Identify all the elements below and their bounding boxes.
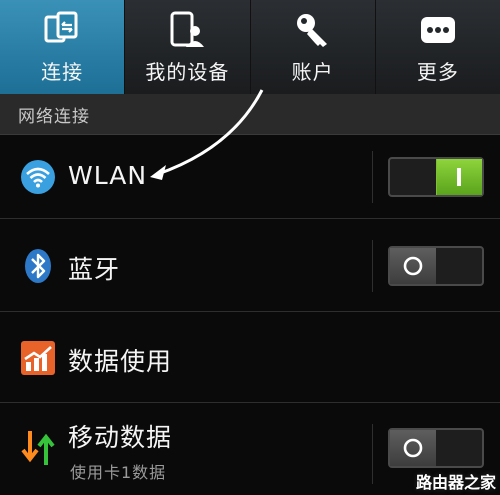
tab-my-device[interactable]: 我的设备 xyxy=(125,0,251,94)
toggle-on-half xyxy=(436,430,482,466)
wlan-toggle-switch[interactable] xyxy=(388,157,484,197)
section-header: 网络连接 xyxy=(0,94,500,135)
row-label: WLAN xyxy=(68,161,148,190)
row-divider xyxy=(372,240,373,292)
top-tab-bar: 连接 我的设备 账户 更多 xyxy=(0,0,500,95)
accounts-key-icon xyxy=(291,10,335,50)
section-title: 网络连接 xyxy=(18,106,90,127)
toggle-on-mark-icon xyxy=(457,168,462,186)
connections-icon xyxy=(40,10,84,50)
tab-label: 连接 xyxy=(41,60,84,84)
tab-label: 账户 xyxy=(291,60,334,84)
toggle-off-half xyxy=(390,248,436,284)
tab-label: 更多 xyxy=(416,60,459,84)
toggle-on-half xyxy=(436,248,482,284)
row-divider xyxy=(372,424,373,484)
my-device-icon xyxy=(165,10,209,50)
mobile-data-arrows-icon xyxy=(18,428,58,468)
more-dots-icon xyxy=(416,10,460,50)
settings-row-data-usage[interactable]: 数据使用 xyxy=(0,313,500,403)
wifi-icon xyxy=(18,157,58,197)
tab-accounts[interactable]: 账户 xyxy=(251,0,376,94)
tab-more[interactable]: 更多 xyxy=(376,0,500,94)
toggle-off-half xyxy=(390,430,436,466)
toggle-off-mark-icon xyxy=(403,438,423,458)
row-divider xyxy=(372,151,373,203)
bluetooth-toggle-switch[interactable] xyxy=(388,246,484,286)
row-sublabel: 使用卡1数据 xyxy=(70,463,167,482)
bluetooth-icon xyxy=(18,246,58,286)
tab-label: 我的设备 xyxy=(145,60,230,84)
row-label: 数据使用 xyxy=(68,347,173,376)
toggle-off-half xyxy=(390,159,436,195)
row-label: 移动数据 xyxy=(68,423,173,452)
mobile-data-toggle-switch[interactable] xyxy=(388,428,484,468)
settings-row-bluetooth[interactable]: 蓝牙 xyxy=(0,220,500,312)
toggle-off-mark-icon xyxy=(403,256,423,276)
tab-connections[interactable]: 连接 xyxy=(0,0,126,94)
watermark-logo: 路由器之家 xyxy=(415,473,496,492)
data-usage-chart-icon xyxy=(18,338,58,378)
row-label: 蓝牙 xyxy=(68,255,121,284)
settings-row-wlan[interactable]: WLAN xyxy=(0,135,500,219)
toggle-on-half xyxy=(435,159,482,195)
